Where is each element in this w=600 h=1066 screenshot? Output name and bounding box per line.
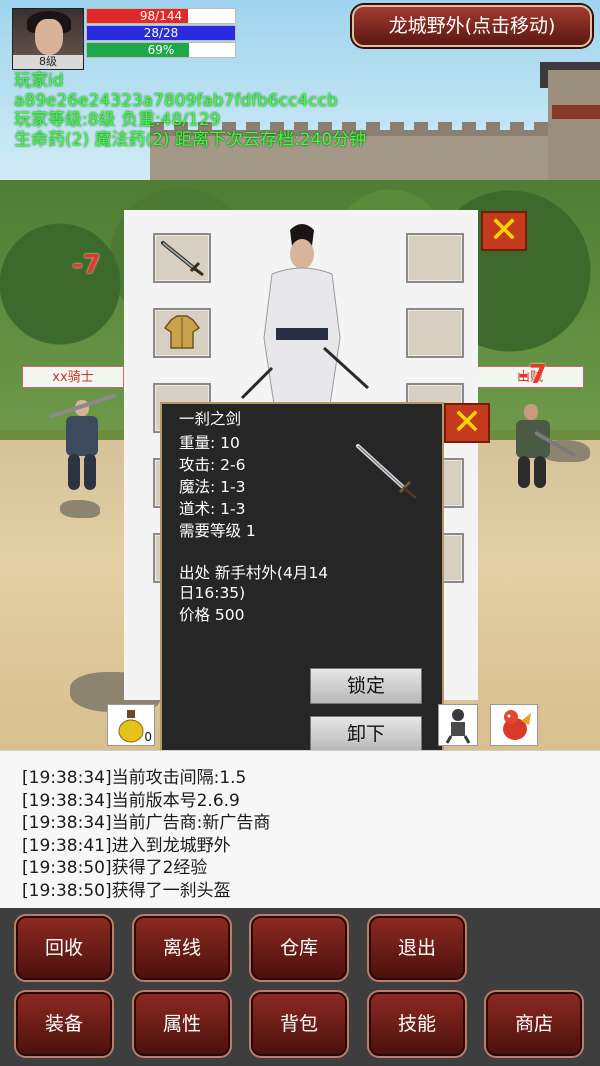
equip-slot-helmet[interactable] (406, 233, 464, 283)
log-line: [19:38:41]进入到龙城野外 (22, 835, 231, 856)
exp-bar: 69% (86, 42, 236, 58)
damage-number-left: -7 (72, 250, 101, 280)
attributes-button[interactable]: 属性 (132, 990, 232, 1058)
item-attack: 攻击: 2-6 (179, 456, 246, 474)
avatar-level-label: 8级 (13, 55, 83, 69)
close-tooltip-button[interactable]: ✕ (444, 403, 490, 443)
item-tooltip: 一刹之剑 重量: 10 攻击: 2-6 魔法: 1-3 道术: 1-3 需要等级… (160, 402, 444, 764)
exp-text: 69% (147, 43, 175, 57)
sword-icon (356, 444, 417, 500)
hp-bar: 98/144 (86, 8, 236, 24)
hp-text: 98/144 (139, 9, 183, 23)
player-id-label: 玩家id (14, 71, 64, 91)
log-line: [19:38:34]当前广告商:新广告商 (22, 813, 271, 834)
player-level-weight: 玩家等级:8级 负重:48/129 (14, 110, 221, 130)
recycle-button[interactable]: 回收 (14, 914, 114, 982)
item-magic: 魔法: 1-3 (179, 478, 246, 496)
exit-button[interactable]: 退出 (367, 914, 467, 982)
player-id-value: a89e26e24323a7809fab7fdfb6cc4ccb (14, 90, 338, 111)
player-potions-save: 生命药(2) 魔法药(2) 距离下次云存档:240分钟 (14, 129, 367, 150)
armor-icon (163, 315, 201, 349)
log-line: [19:38:34]当前攻击间隔:1.5 (22, 768, 247, 788)
rock (60, 500, 100, 518)
equipment-button[interactable]: 装备 (14, 990, 114, 1058)
equip-slot-armor[interactable] (153, 308, 211, 358)
player-info: 玩家id a89e26e24323a7809fab7fdfb6cc4ccb 玩家… (14, 71, 394, 150)
bottom-menu: 回收 离线 仓库 退出 装备 属性 背包 技能 商店 (0, 908, 600, 1066)
close-equipment-button[interactable]: ✕ (481, 211, 527, 251)
red-dragon-icon (503, 710, 531, 740)
skills-button[interactable]: 技能 (367, 990, 467, 1058)
mp-text: 28/28 (143, 26, 179, 40)
log-line: [19:38:50]获得了2经验 (22, 858, 208, 879)
potion-count: 0 (144, 730, 152, 744)
item-origin-line1: 出处 新手村外(4月14 (179, 564, 329, 582)
warehouse-button[interactable]: 仓库 (249, 914, 349, 982)
player-avatar[interactable]: 8级 (12, 8, 84, 70)
quick-slot-dragon[interactable] (490, 704, 538, 746)
location-move-button[interactable]: 龙城野外(点击移动) (352, 5, 592, 47)
tower-eave (552, 105, 600, 119)
item-weight: 重量: 10 (179, 434, 240, 452)
sword-icon (161, 241, 204, 277)
item-level-requirement: 需要等级 1 (179, 522, 256, 540)
log-line: [19:38:50]获得了一刹头盔 (22, 881, 231, 901)
bandit-character[interactable] (502, 402, 576, 492)
item-taoism: 道术: 1-3 (179, 500, 246, 518)
quick-slot-potion[interactable]: 0 (107, 704, 155, 746)
left-fighter-name-tag: xx骑士 (22, 366, 124, 388)
damage-number-right: -7 (518, 360, 547, 390)
unequip-item-button[interactable]: 卸下 (310, 716, 422, 752)
knight-character[interactable] (48, 393, 118, 494)
mp-bar: 28/28 (86, 25, 236, 41)
backpack-button[interactable]: 背包 (249, 990, 349, 1058)
log-line: [19:38:34]当前版本号2.6.9 (22, 790, 240, 811)
equip-slot-necklace[interactable] (406, 308, 464, 358)
item-price: 价格 500 (179, 606, 245, 624)
message-log[interactable]: [19:38:34]当前攻击间隔:1.5 [19:38:34]当前版本号2.6.… (0, 750, 600, 908)
lock-item-button[interactable]: 锁定 (310, 668, 422, 704)
item-origin-line2: 日16:35) (179, 584, 246, 602)
shop-button[interactable]: 商店 (484, 990, 584, 1058)
item-name: 一刹之剑 (179, 410, 242, 428)
offline-button[interactable]: 离线 (132, 914, 232, 982)
equip-slot-weapon[interactable] (153, 233, 211, 283)
skeleton-pet-icon (445, 709, 471, 744)
quick-slot-pet[interactable] (438, 704, 478, 746)
